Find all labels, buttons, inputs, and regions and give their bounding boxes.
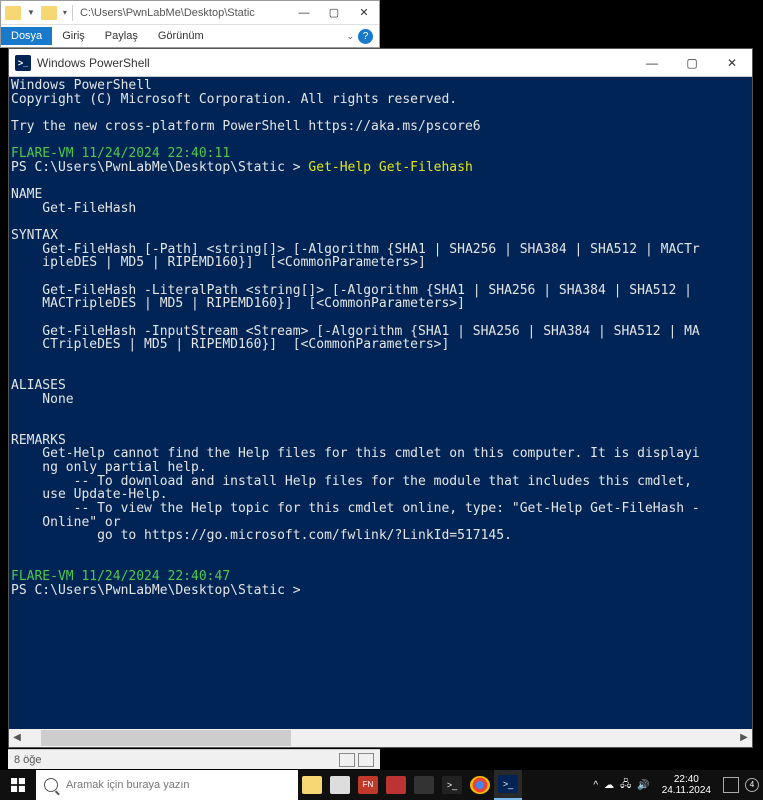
taskbar-cmd[interactable]: >_ (438, 770, 466, 800)
tray-cloud-icon[interactable]: ☁ (604, 780, 614, 791)
taskbar-clock[interactable]: 22:40 24.11.2024 (662, 774, 711, 796)
tab-dosya[interactable]: Dosya (1, 27, 52, 45)
tray-network-icon[interactable]: 🖧 (620, 777, 631, 794)
tray-chevron-icon[interactable]: ^ (593, 780, 598, 791)
tray-volume-icon[interactable]: 🔊 (637, 780, 649, 791)
search-icon (44, 778, 58, 792)
horizontal-scrollbar[interactable]: ◀ ▶ (9, 729, 752, 747)
notifications-icon[interactable] (723, 777, 739, 793)
scroll-thumb[interactable] (41, 730, 291, 746)
qat-dropdown-icon[interactable]: ▾ (63, 8, 67, 17)
scroll-left-icon[interactable]: ◀ (9, 730, 25, 746)
item-count: 8 öğe (14, 754, 42, 766)
taskbar-search[interactable]: Aramak için buraya yazın (36, 770, 298, 800)
scroll-right-icon[interactable]: ▶ (736, 730, 752, 746)
folder-icon (41, 6, 57, 20)
explorer-path: C:\Users\PwnLabMe\Desktop\Static (76, 7, 289, 19)
separator (72, 5, 73, 21)
start-button[interactable] (0, 770, 36, 800)
taskbar: Aramak için buraya yazın FN >_ >_ ^ ☁ 🖧 … (0, 770, 763, 800)
scroll-track[interactable] (41, 729, 720, 747)
explorer-statusbar: 8 öğe (8, 749, 380, 769)
minimize-button[interactable]: — (632, 50, 672, 76)
badge-icon[interactable]: 4 (745, 778, 759, 792)
taskbar-explorer[interactable] (298, 770, 326, 800)
terminal-output[interactable]: Windows PowerShell Copyright (C) Microso… (9, 77, 752, 729)
explorer-window: ▼ ▾ C:\Users\PwnLabMe\Desktop\Static — ▢… (0, 0, 380, 48)
clock-date: 24.11.2024 (662, 785, 711, 796)
minimize-button[interactable]: — (289, 2, 319, 24)
powershell-titlebar[interactable]: >_ Windows PowerShell — ▢ ✕ (9, 49, 752, 77)
ribbon-collapse-icon[interactable]: ⌄ (346, 31, 354, 42)
large-icons-view-icon[interactable] (358, 753, 374, 767)
details-view-icon[interactable] (339, 753, 355, 767)
chevron-down-icon[interactable]: ▼ (27, 8, 35, 17)
powershell-window: >_ Windows PowerShell — ▢ ✕ Windows Powe… (8, 48, 753, 748)
explorer-titlebar[interactable]: ▼ ▾ C:\Users\PwnLabMe\Desktop\Static — ▢… (1, 1, 379, 25)
taskbar-app-1[interactable] (326, 770, 354, 800)
maximize-button[interactable]: ▢ (672, 50, 712, 76)
tab-paylas[interactable]: Paylaş (95, 27, 148, 45)
explorer-ribbon-tabs: Dosya Giriş Paylaş Görünüm ⌄ ? (1, 25, 379, 47)
tab-gorunum[interactable]: Görünüm (148, 27, 214, 45)
powershell-icon: >_ (15, 55, 31, 71)
close-button[interactable]: ✕ (349, 2, 379, 24)
windows-icon (11, 778, 25, 792)
taskbar-app-4[interactable] (410, 770, 438, 800)
powershell-title: Windows PowerShell (37, 56, 632, 70)
taskbar-app-3[interactable] (382, 770, 410, 800)
search-placeholder: Aramak için buraya yazın (66, 779, 190, 791)
tab-giris[interactable]: Giriş (52, 27, 95, 45)
taskbar-app-2[interactable]: FN (354, 770, 382, 800)
clock-time: 22:40 (662, 774, 711, 785)
system-tray: ^ ☁ 🖧 🔊 22:40 24.11.2024 4 (589, 774, 763, 796)
taskbar-chrome[interactable] (466, 770, 494, 800)
close-button[interactable]: ✕ (712, 50, 752, 76)
folder-icon (5, 6, 21, 20)
help-icon[interactable]: ? (358, 29, 373, 44)
taskbar-powershell[interactable]: >_ (494, 770, 522, 800)
maximize-button[interactable]: ▢ (319, 2, 349, 24)
